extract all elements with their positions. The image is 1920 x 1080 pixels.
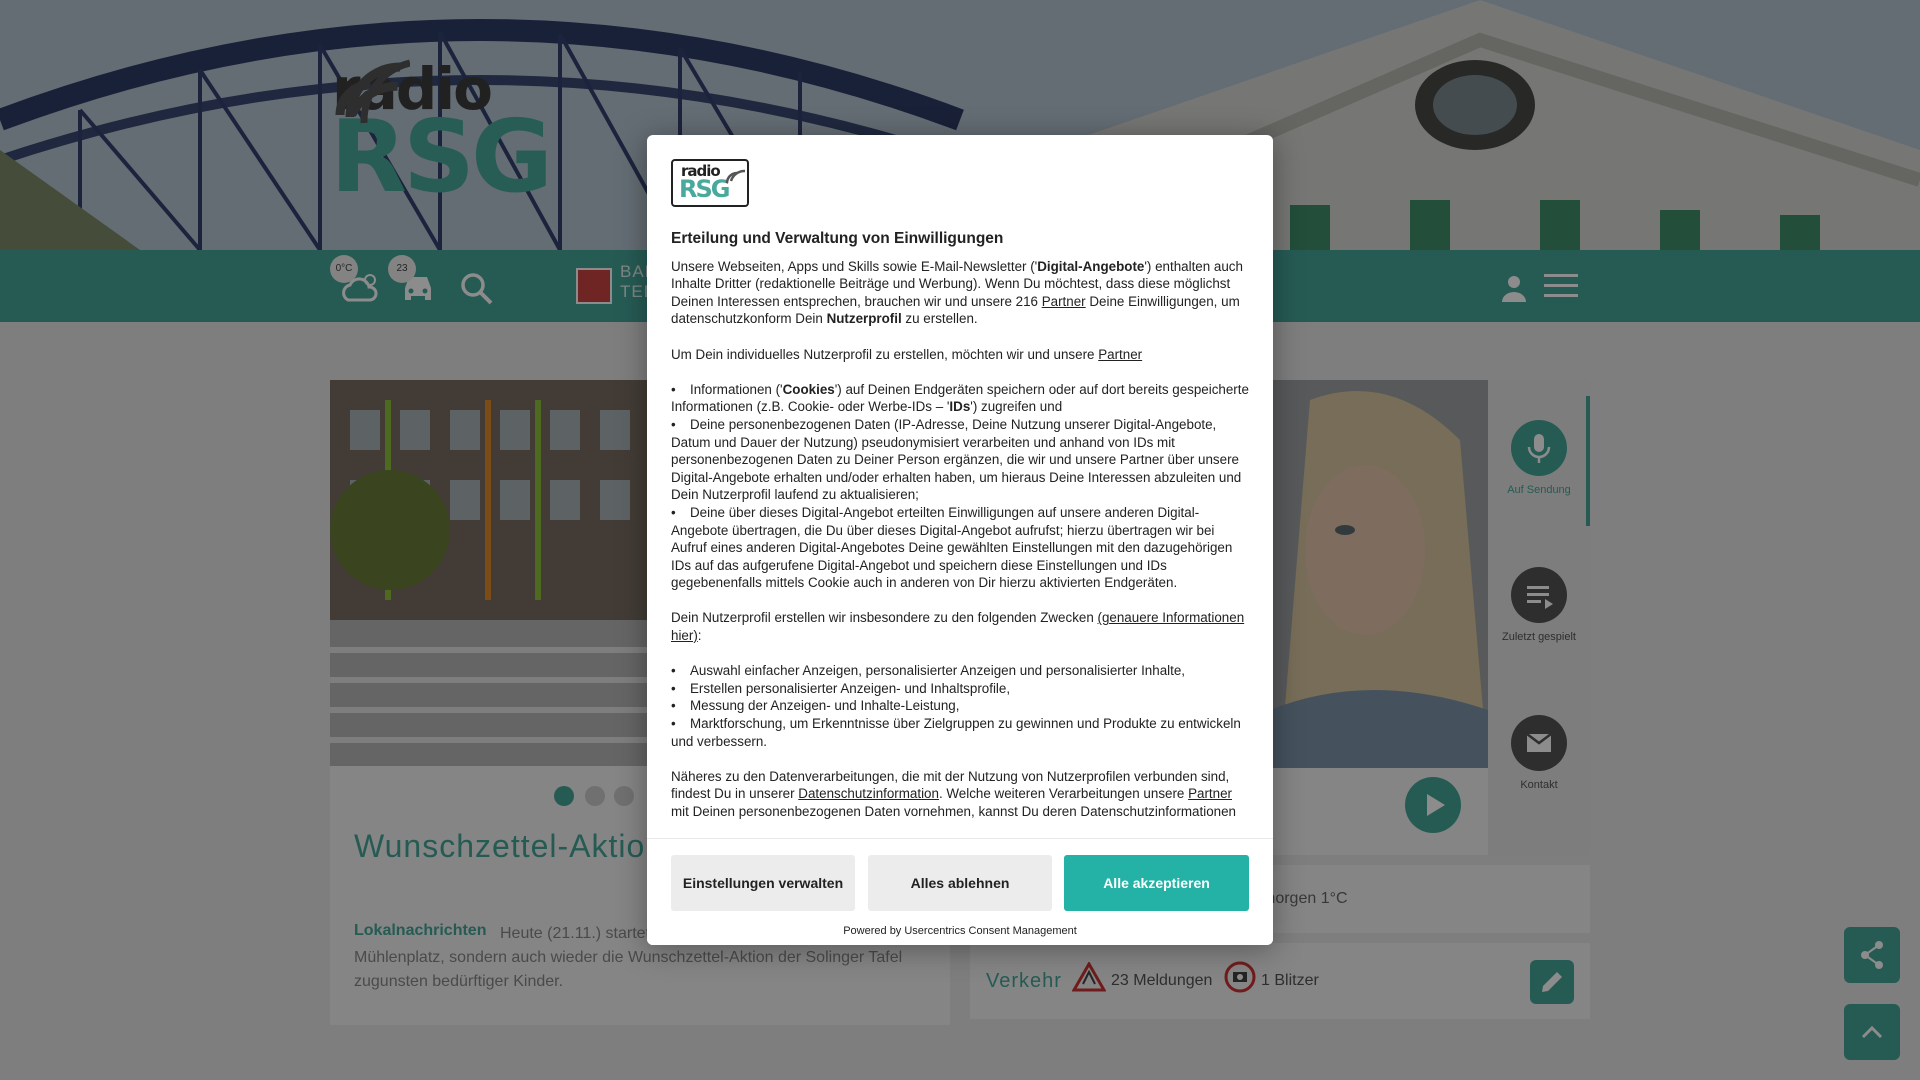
list-item: Erstellen personalisierter Anzeigen- und… [671, 680, 1253, 698]
list-item: Marktforschung, um Erkenntnisse über Zie… [671, 715, 1253, 750]
privacy-info-link[interactable]: Datenschutzinformation [798, 786, 939, 801]
consent-footer: Einstellungen verwalten Alles ablehnen A… [647, 838, 1273, 945]
accept-all-button[interactable]: Alle akzeptieren [1064, 855, 1249, 911]
list-item: Deine personenbezogenen Daten (IP-Adress… [671, 416, 1253, 504]
list-item: Informationen ('Cookies') auf Deinen End… [671, 381, 1253, 416]
consent-processing-list: Informationen ('Cookies') auf Deinen End… [671, 381, 1253, 592]
consent-paragraph-1: Unsere Webseiten, Apps und Skills sowie … [671, 258, 1243, 327]
powered-by-text: Powered by Usercentrics Consent Manageme… [843, 925, 1077, 937]
consent-purposes-list: Auswahl einfacher Anzeigen, personalisie… [671, 662, 1253, 750]
list-item: Auswahl einfacher Anzeigen, personalisie… [671, 662, 1253, 680]
consent-paragraph-2: Um Dein individuelles Nutzerprofil zu er… [671, 346, 1143, 362]
broadcast-waves-icon [725, 169, 746, 184]
consent-text-scroll[interactable]: Erteilung und Verwaltung von Einwilligun… [671, 230, 1253, 820]
partner-link-3[interactable]: Partner [1188, 786, 1232, 801]
partner-link-2[interactable]: Partner [1098, 347, 1142, 362]
reject-all-button[interactable]: Alles ablehnen [868, 855, 1052, 911]
list-item: Messung der Anzeigen- und Inhalte-Leistu… [671, 697, 1253, 715]
consent-paragraph-4: Näheres zu den Datenverarbeitungen, die … [671, 768, 1236, 819]
consent-dialog: radio RSG Erteilung und Verwaltung von E… [647, 135, 1273, 945]
consent-heading: Erteilung und Verwaltung von Einwilligun… [671, 230, 1004, 247]
consent-paragraph-3: Dein Nutzerprofil erstellen wir insbeson… [671, 610, 1245, 644]
list-item: Deine über dieses Digital-Angebot erteil… [671, 504, 1253, 592]
partner-link[interactable]: Partner [1042, 294, 1086, 309]
manage-settings-button[interactable]: Einstellungen verwalten [671, 855, 855, 911]
consent-logo: radio RSG [671, 159, 749, 207]
